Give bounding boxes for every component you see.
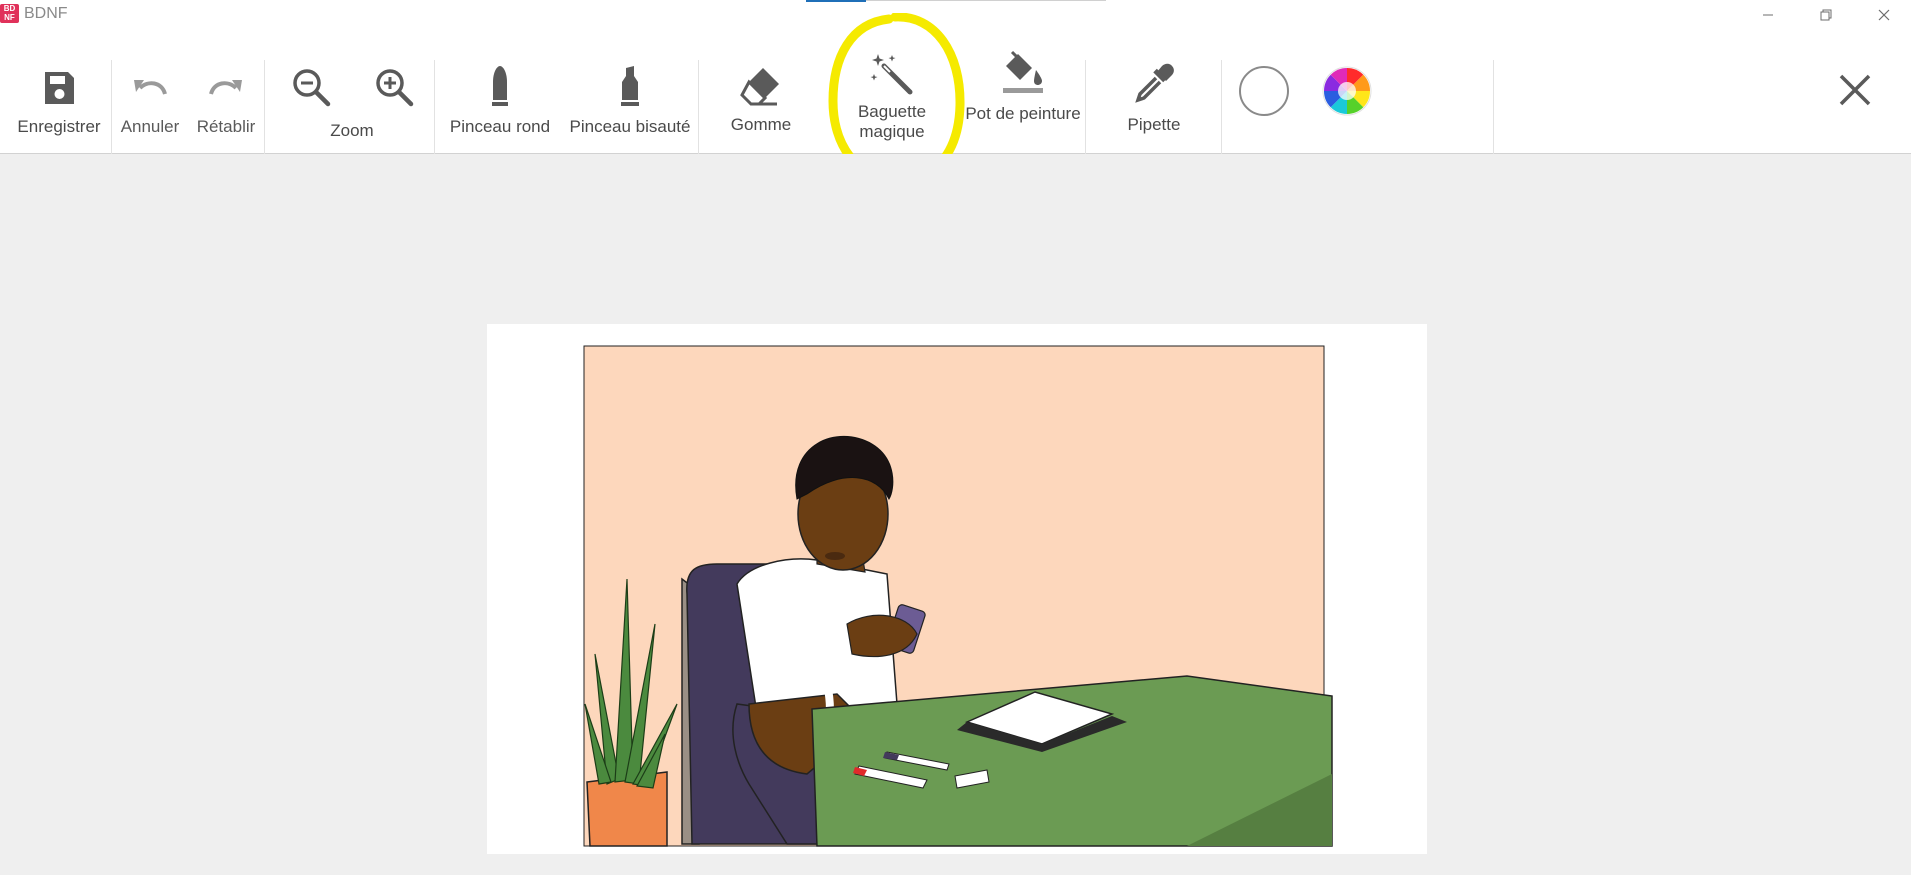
save-icon (45, 72, 74, 104)
active-tab-indicator (806, 0, 866, 2)
redo-label: Rétablir (196, 117, 256, 136)
undo-button[interactable]: Annuler (113, 30, 187, 153)
undo-icon (134, 80, 167, 95)
window-close-button[interactable] (1864, 2, 1904, 28)
minimize-button[interactable] (1748, 2, 1788, 28)
color-swatch-icon (1239, 66, 1289, 116)
window-title: BDNF (24, 5, 68, 22)
save-button[interactable]: Enregistrer (12, 30, 106, 153)
round-brush-button[interactable]: Pinceau rond (444, 30, 556, 153)
eraser-button[interactable]: Gomme (720, 30, 802, 153)
color-wheel-icon (1322, 66, 1372, 116)
minimize-icon (1763, 14, 1773, 16)
paint-bucket-label: Pot de peinture (965, 104, 1081, 123)
tab-indicator (866, 0, 1106, 1)
eyedropper-label: Pipette (1127, 115, 1181, 134)
separator (1221, 60, 1222, 154)
paint-bucket-button[interactable]: Pot de peinture (960, 30, 1086, 153)
drawing-canvas[interactable] (487, 324, 1427, 854)
zoom-out-icon (293, 69, 331, 107)
close-icon (1839, 74, 1871, 106)
separator (434, 60, 435, 154)
round-brush-icon (492, 66, 508, 106)
bevel-brush-button[interactable]: Pinceau bisauté (565, 30, 695, 153)
round-brush-label: Pinceau rond (449, 117, 551, 136)
undo-label: Annuler (120, 117, 180, 136)
restore-icon (1820, 9, 1832, 21)
app-logo: BD NF (0, 4, 19, 23)
redo-icon (209, 80, 242, 95)
eyedropper-icon (1135, 63, 1174, 103)
save-label: Enregistrer (17, 117, 101, 136)
separator (111, 60, 112, 154)
bevel-brush-icon (621, 66, 639, 106)
color-wheel-button[interactable] (1321, 30, 1373, 153)
separator (698, 60, 699, 154)
eyedropper-button[interactable]: Pipette (1114, 30, 1194, 153)
close-icon (1878, 9, 1890, 21)
redo-button[interactable]: Rétablir (189, 30, 263, 153)
eraser-icon (740, 68, 779, 106)
paint-bucket-icon (1003, 50, 1043, 93)
separator (1085, 60, 1086, 154)
bevel-brush-label: Pinceau bisauté (569, 117, 691, 136)
close-editor-button[interactable] (1832, 30, 1878, 153)
restore-button[interactable] (1806, 2, 1846, 28)
zoom-label: Zoom (330, 121, 374, 140)
canvas-area[interactable] (0, 154, 1911, 875)
eraser-label: Gomme (730, 115, 792, 134)
illustration[interactable] (487, 324, 1427, 854)
zoom-in-icon (376, 69, 414, 107)
current-color-swatch[interactable] (1238, 30, 1290, 153)
separator (264, 60, 265, 154)
separator (1493, 60, 1494, 154)
